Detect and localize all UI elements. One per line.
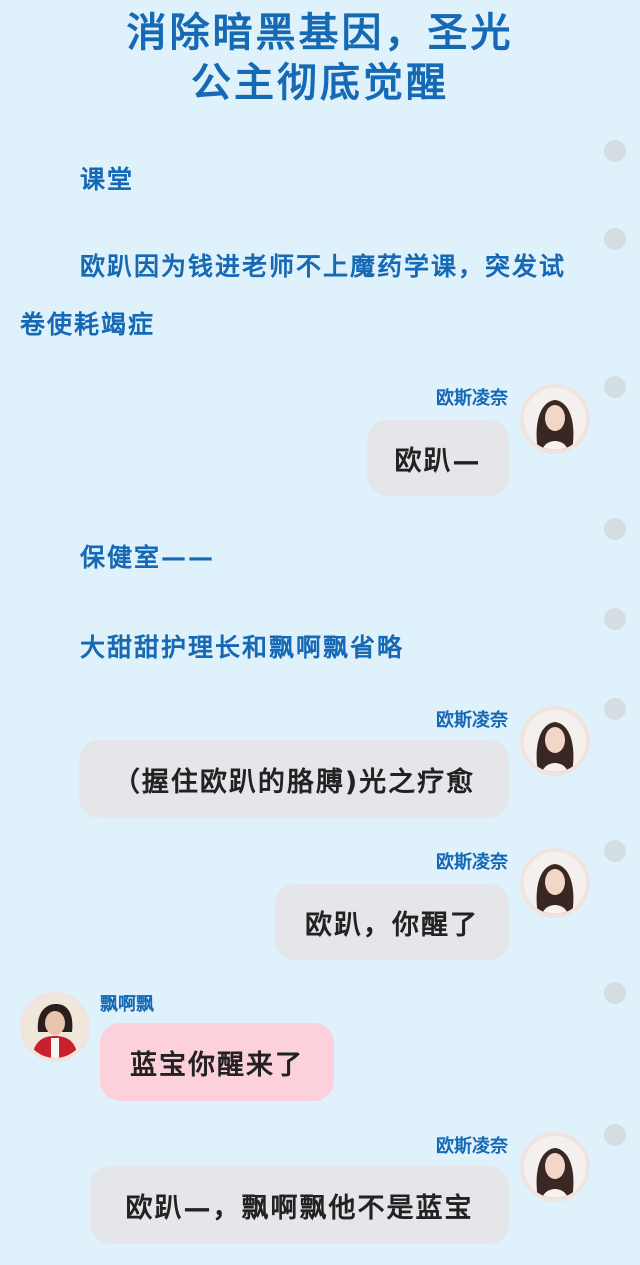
narration-scene-classroom: 课堂	[80, 165, 135, 194]
girl-portrait-avatar[interactable]	[520, 848, 590, 918]
title-line-1: 消除暗黑基因，圣光	[126, 10, 514, 56]
rail-dot	[604, 140, 626, 162]
message-speaker-name: 欧斯凌奈	[436, 710, 508, 731]
rail-dot	[604, 228, 626, 250]
girl-portrait-avatar[interactable]	[520, 1132, 590, 1202]
girl-portrait-icon	[524, 710, 586, 772]
rail-dot	[604, 698, 626, 720]
girl-portrait-avatar[interactable]	[520, 706, 590, 776]
rail-dot	[604, 840, 626, 862]
title-line-2: 公主彻底觉醒	[191, 60, 449, 106]
chat-bubble: （握住欧趴的胳膊)光之疗愈	[79, 740, 509, 818]
rail-dot	[604, 982, 626, 1004]
red-jacket-avatar[interactable]	[20, 992, 90, 1062]
rail-dot	[604, 1124, 626, 1146]
girl-portrait-icon	[524, 1136, 586, 1198]
chat-bubble: 欧趴—，飘啊飘他不是蓝宝	[90, 1166, 509, 1244]
narration-scene-infirmary: 保健室——	[80, 543, 216, 572]
narration-line: 大甜甜护理长和飘啊飘省略	[80, 633, 405, 662]
message-speaker-name: 欧斯凌奈	[436, 388, 508, 409]
message-speaker-name: 欧斯凌奈	[436, 852, 508, 873]
chat-bubble: 蓝宝你醒来了	[100, 1023, 334, 1101]
rail-dot	[604, 608, 626, 630]
narration-paragraph: 欧趴因为钱进老师不上魔药学课，突发试卷使耗竭症	[20, 252, 567, 339]
story-title: 消除暗黑基因，圣光 公主彻底觉醒	[0, 8, 640, 108]
rail-dot	[604, 518, 626, 540]
chat-bubble: 欧趴，你醒了	[275, 884, 509, 960]
rail-dot	[604, 376, 626, 398]
girl-portrait-avatar[interactable]	[520, 384, 590, 454]
girl-portrait-icon	[524, 388, 586, 450]
message-speaker-name: 飘啊飘	[100, 994, 154, 1015]
girl-portrait-icon	[524, 852, 586, 914]
red-jacket-icon	[24, 996, 86, 1058]
chat-bubble: 欧趴—	[367, 420, 509, 496]
message-speaker-name: 欧斯凌奈	[436, 1136, 508, 1157]
